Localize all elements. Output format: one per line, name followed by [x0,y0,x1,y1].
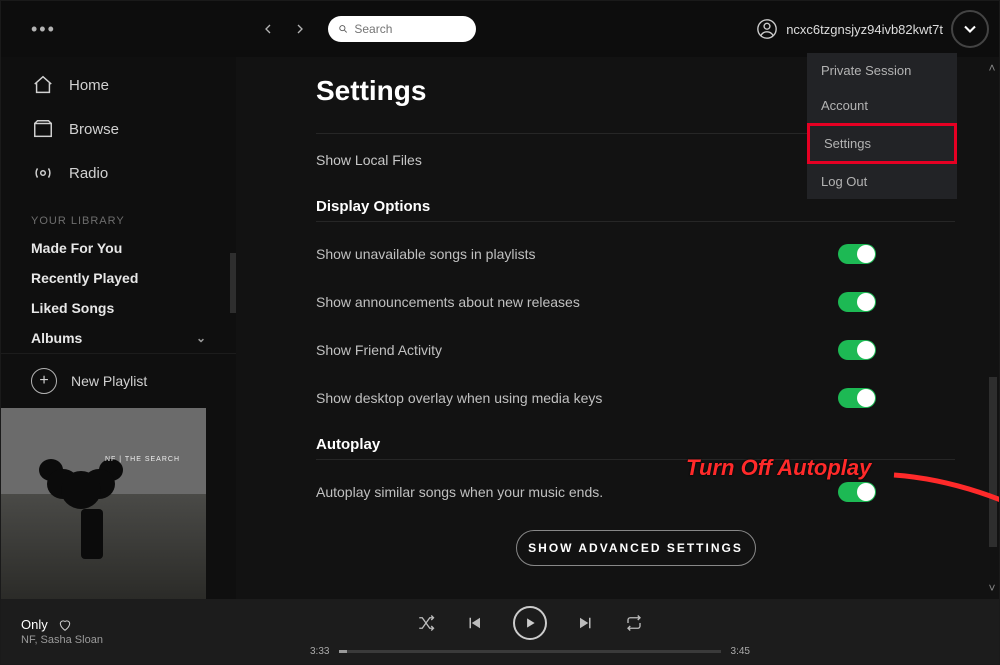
sidebar: Home Browse Radio YOUR LIBRARY Made For … [1,57,236,599]
toggle-announcements[interactable] [838,292,876,312]
nav-forward-button[interactable] [288,17,312,41]
previous-button[interactable] [465,614,483,632]
sidebar-item-label: Home [69,77,109,94]
plus-icon: + [31,368,57,394]
scroll-up-icon[interactable]: ˄ [987,61,997,75]
time-elapsed: 3:33 [310,646,329,657]
search-icon [338,23,348,35]
dropdown-account[interactable]: Account [807,88,957,123]
new-playlist-button[interactable]: + New Playlist [1,353,236,408]
track-artist[interactable]: NF, Sasha Sloan [21,634,221,646]
sidebar-item-radio[interactable]: Radio [31,155,236,191]
time-total: 3:45 [731,646,750,657]
nav-back-button[interactable] [256,17,280,41]
section-display-options: Display Options [316,198,955,215]
scroll-down-icon[interactable]: ˅ [987,581,997,595]
search-box[interactable] [328,16,476,42]
divider [316,221,955,222]
username-label[interactable]: ncxc6tzgnsjyz94ivb82kwt7t [786,22,943,37]
option-label: Show unavailable songs in playlists [316,246,535,262]
sidebar-item-label: Radio [69,165,108,182]
toggle-autoplay[interactable] [838,482,876,502]
progress-bar[interactable] [339,650,720,653]
toggle-desktop-overlay[interactable] [838,388,876,408]
sidebar-item-label: Browse [69,121,119,138]
top-bar: ••• ncxc6tzgnsjyz94ivb82kwt7t [1,1,999,57]
annotation-arrow-icon [890,469,999,545]
option-friend-activity: Show Friend Activity [316,340,876,360]
now-playing-bar: Only NF, Sasha Sloan 3:33 3:45 [1,599,999,664]
shuffle-button[interactable] [417,614,435,632]
album-art-caption: NF | THE SEARCH [105,456,180,463]
library-liked-songs[interactable]: Liked Songs [1,293,236,323]
dropdown-settings[interactable]: Settings [807,123,957,164]
sidebar-item-home[interactable]: Home [31,67,236,103]
option-unavailable-songs: Show unavailable songs in playlists [316,244,876,264]
dropdown-logout[interactable]: Log Out [807,164,957,199]
track-title[interactable]: Only [21,617,48,632]
option-label: Show desktop overlay when using media ke… [316,390,602,406]
user-avatar-icon[interactable] [756,18,778,40]
window-menu-icon[interactable]: ••• [31,19,56,40]
now-playing-album-art[interactable]: NF | THE SEARCH [1,408,206,599]
option-announcements: Show announcements about new releases [316,292,876,312]
next-button[interactable] [577,614,595,632]
radio-icon [31,161,55,185]
toggle-unavailable-songs[interactable] [838,244,876,264]
option-autoplay: Autoplay similar songs when your music e… [316,482,876,502]
chevron-down-icon [960,19,980,39]
option-desktop-overlay: Show desktop overlay when using media ke… [316,388,876,408]
library-albums[interactable]: Albums⌄ [1,323,236,353]
repeat-button[interactable] [625,614,643,632]
option-label: Show announcements about new releases [316,294,580,310]
section-autoplay: Autoplay [316,436,955,453]
home-icon [31,73,55,97]
toggle-friend-activity[interactable] [838,340,876,360]
library-heading: YOUR LIBRARY [1,201,236,233]
library-recently-played[interactable]: Recently Played [1,263,236,293]
play-button[interactable] [513,606,547,640]
show-advanced-settings-button[interactable]: SHOW ADVANCED SETTINGS [516,530,756,566]
app-window: ••• ncxc6tzgnsjyz94ivb82kwt7t Private Se… [0,0,1000,665]
dropdown-private-session[interactable]: Private Session [807,53,957,88]
annotation-label: Turn Off Autoplay [686,455,871,481]
library-made-for-you[interactable]: Made For You [1,233,236,263]
option-label: Show Friend Activity [316,342,442,358]
search-input[interactable] [354,22,466,36]
like-button[interactable] [58,618,72,632]
new-playlist-label: New Playlist [71,373,147,389]
user-dropdown: Private Session Account Settings Log Out [807,53,957,199]
user-menu-toggle[interactable] [951,10,989,48]
sidebar-item-browse[interactable]: Browse [31,111,236,147]
browse-icon [31,117,55,141]
chevron-down-icon: ⌄ [196,331,206,345]
option-label: Autoplay similar songs when your music e… [316,484,603,500]
